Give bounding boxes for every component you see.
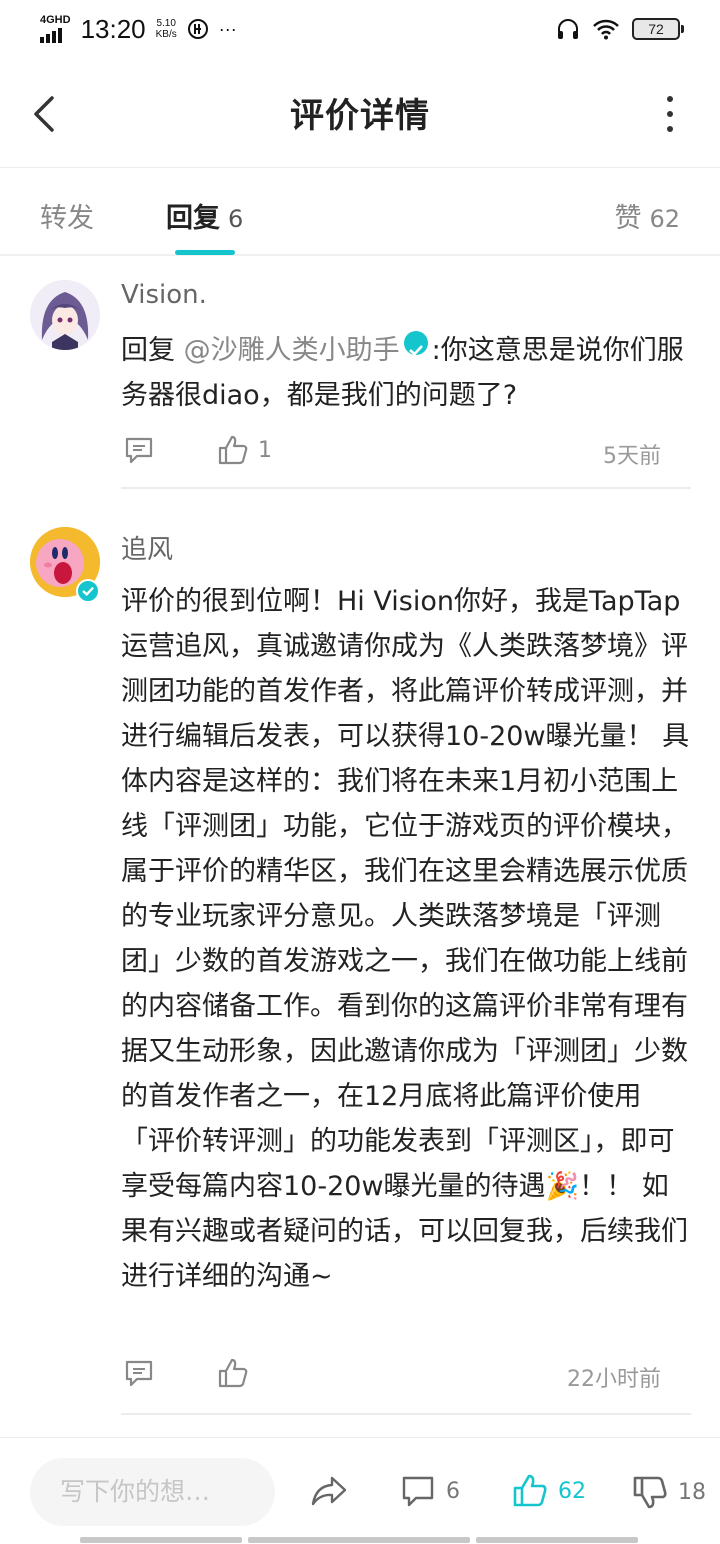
- tab-forward-label: 转发: [40, 203, 94, 234]
- comment-item: Vision. 回复 @沙雕人类小助手:你这意思是说你们服务器很diao，都是我…: [0, 256, 720, 491]
- like-button[interactable]: 62: [512, 1474, 586, 1508]
- comment-actions: 1 5天前: [121, 434, 661, 474]
- bottom-action-bar: 写下你的想… 6 62 18: [0, 1437, 720, 1544]
- more-options-icon[interactable]: [660, 96, 680, 132]
- active-tab-indicator: [175, 250, 235, 255]
- comment-time: 5天前: [603, 444, 661, 469]
- tab-replies-count: 6: [228, 205, 244, 233]
- comment-item: 追风 评价的很到位啊！Hi Vision你好，我是TapTap运营追风，真诚邀请…: [0, 491, 720, 1416]
- comment-actions: 22小时前: [121, 1357, 661, 1397]
- tab-forward[interactable]: 转发: [40, 196, 94, 235]
- network-speed: 5.10 KB/s: [156, 18, 177, 40]
- status-bar: 4GHD 13:20 5.10 KB/s ··· 72: [0, 0, 720, 58]
- nav-gesture-bar: [248, 1537, 470, 1543]
- comment-body: 评价的很到位啊！Hi Vision你好，我是TapTap运营追风，真诚邀请你成为…: [121, 586, 690, 1202]
- verified-badge-icon: [76, 579, 100, 603]
- comment-divider: [121, 487, 691, 489]
- comment-icon: [402, 1476, 434, 1507]
- page-title: 评价详情: [290, 96, 430, 136]
- clock: 13:20: [80, 13, 146, 44]
- network-type: 4GHD: [40, 14, 71, 26]
- nav-gesture-bar: [476, 1537, 638, 1543]
- dislike-button[interactable]: 18: [632, 1474, 706, 1510]
- tab-likes[interactable]: 赞 62: [614, 196, 680, 235]
- comment-text: 回复 @沙雕人类小助手:你这意思是说你们服务器很diao，都是我们的问题了?: [121, 328, 691, 418]
- speed-unit: KB/s: [155, 29, 177, 40]
- battery-indicator: 72: [632, 18, 684, 40]
- nav-gesture-bar: [80, 1537, 242, 1543]
- comment-username[interactable]: Vision.: [121, 280, 207, 310]
- share-button[interactable]: [310, 1474, 348, 1508]
- tab-replies-label: 回复: [166, 203, 220, 234]
- back-arrow-icon[interactable]: [28, 92, 68, 136]
- vpn-icon: [187, 19, 208, 39]
- speed-value: 5.10: [156, 18, 176, 29]
- reply-icon[interactable]: [123, 434, 155, 466]
- thumbs-up-icon[interactable]: [217, 1357, 249, 1389]
- like-count: 1: [258, 438, 272, 463]
- thumbs-down-icon: [633, 1476, 667, 1509]
- share-icon: [311, 1476, 347, 1506]
- reply-count-button[interactable]: 6: [400, 1474, 460, 1508]
- app-bar: 评价详情: [0, 58, 720, 168]
- comment-text: 评价的很到位啊！Hi Vision你好，我是TapTap运营追风，真诚邀请你成为…: [121, 579, 693, 1299]
- dislike-count: 18: [678, 1479, 706, 1505]
- avatar-image: [30, 280, 100, 350]
- tab-replies[interactable]: 回复 6: [166, 196, 243, 235]
- thumbs-up-icon: [513, 1474, 547, 1507]
- like-count: 62: [558, 1478, 586, 1504]
- reply-input[interactable]: 写下你的想…: [30, 1458, 275, 1526]
- reply-prefix: 回复: [121, 335, 175, 366]
- avatar[interactable]: [30, 280, 100, 350]
- reply-icon[interactable]: [123, 1357, 155, 1389]
- comment-username[interactable]: 追风: [121, 529, 173, 566]
- signal-icon: 4GHD: [40, 15, 71, 43]
- comment-time: 22小时前: [567, 1367, 661, 1392]
- party-emoji: 🎉: [545, 1171, 580, 1202]
- tab-likes-label: 赞: [614, 203, 642, 234]
- tab-likes-count: 62: [649, 205, 680, 233]
- wifi-icon: [593, 19, 619, 40]
- thumbs-up-icon[interactable]: [217, 434, 249, 466]
- more-notifications: ···: [218, 18, 237, 39]
- comment-divider: [121, 1413, 691, 1415]
- mention-link[interactable]: @沙雕人类小助手: [184, 335, 400, 366]
- reply-count: 6: [446, 1478, 460, 1504]
- headphones-icon: [558, 19, 578, 39]
- verified-icon: [403, 331, 428, 356]
- tab-bar: 转发 回复 6 赞 62: [0, 168, 720, 256]
